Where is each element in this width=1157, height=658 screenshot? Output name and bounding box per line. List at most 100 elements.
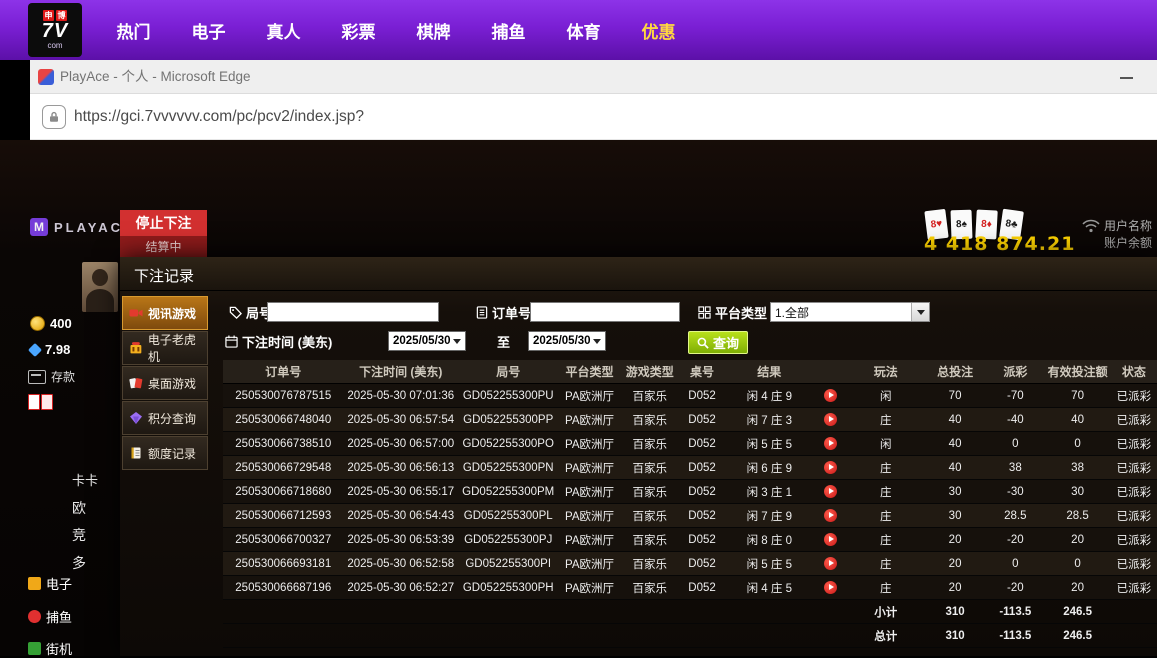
cell-total-bet: 20 [924, 552, 986, 576]
cell-result: 闲 7 庄 9 [725, 504, 813, 528]
search-button[interactable]: 查询 [688, 331, 748, 354]
cell-play-type: 庄 [848, 576, 924, 600]
cell-payout: 0 [986, 432, 1044, 456]
hall-tab-europe[interactable]: 欧 [72, 498, 86, 518]
grand-total-label: 总计 [848, 624, 924, 648]
cell-order-id: 250530066718680 [223, 480, 344, 504]
cell-bet-time: 2025-05-30 06:56:13 [344, 456, 458, 480]
replay-button[interactable] [824, 533, 837, 546]
replay-button[interactable] [824, 581, 837, 594]
slot-machine-icon [129, 341, 143, 355]
nav-item-board[interactable]: 棋牌 [396, 18, 471, 43]
cell-play-type: 庄 [848, 480, 924, 504]
cell-round-id: GD052255300PI [458, 552, 558, 576]
slots-icon [28, 577, 41, 590]
cell-game-type: 百家乐 [621, 480, 679, 504]
nav-item-hot[interactable]: 热门 [96, 18, 171, 43]
hall-tab-jing[interactable]: 竞 [72, 525, 86, 545]
platform-type-select[interactable]: 1.全部 [770, 302, 930, 322]
cell-round-id: GD052255300PL [458, 504, 558, 528]
logo-brand: 7V [42, 22, 68, 41]
sidebar-item-slots[interactable]: 电子 [28, 574, 72, 593]
nav-item-promo[interactable]: 优惠 [621, 18, 696, 43]
cell-platform: PA欧洲厅 [558, 480, 620, 504]
minimize-button[interactable] [1115, 60, 1139, 94]
sidebar-item-fishing[interactable]: 捕鱼 [28, 607, 72, 626]
date-to-select[interactable]: 2025/05/30 [528, 331, 606, 351]
menu-item-points-inquiry[interactable]: 积分查询 [122, 401, 208, 435]
card-icon [41, 394, 53, 410]
lock-icon[interactable] [42, 105, 66, 129]
cell-result: 闲 6 庄 9 [725, 456, 813, 480]
hall-tab-duo[interactable]: 多 [72, 553, 86, 573]
cards-shortcut[interactable] [28, 394, 53, 410]
platform-type-label: 平台类型 [698, 302, 767, 322]
cell-bet-time: 2025-05-30 06:52:27 [344, 576, 458, 600]
menu-item-slot-machine[interactable]: 电子老虎机 [122, 331, 208, 365]
replay-button[interactable] [824, 557, 837, 570]
menu-item-label: 额度记录 [148, 445, 196, 462]
cell-game-type: 百家乐 [621, 576, 679, 600]
replay-button[interactable] [824, 437, 837, 450]
col-result: 结果 [725, 360, 813, 384]
round-id-input[interactable] [267, 302, 439, 322]
sidebar-item-arcade[interactable]: 街机 [28, 639, 72, 658]
cell-round-id: GD052255300PH [458, 576, 558, 600]
bet-records-table: 订单号 下注时间 (美东) 局号 平台类型 游戏类型 桌号 结果 玩法 总投注 … [223, 360, 1157, 648]
replay-button[interactable] [824, 509, 837, 522]
sidebar-item-label: 捕鱼 [46, 607, 72, 626]
cell-payout: -30 [986, 480, 1044, 504]
menu-item-table-games[interactable]: 桌面游戏 [122, 366, 208, 400]
cell-replay [813, 576, 847, 600]
nav-item-lottery[interactable]: 彩票 [321, 18, 396, 43]
cell-round-id: GD052255300PM [458, 480, 558, 504]
betting-status-banner: 停止下注 结算中 [120, 210, 207, 258]
cell-result: 闲 5 庄 5 [725, 552, 813, 576]
cell-round-id: GD052255300PJ [458, 528, 558, 552]
balance-label: 账户余额 [1104, 235, 1152, 252]
cell-valid-bet: 20 [1044, 576, 1110, 600]
nav-item-fishing[interactable]: 捕鱼 [471, 18, 546, 43]
cell-platform: PA欧洲厅 [558, 504, 620, 528]
table-header-row: 订单号 下注时间 (美东) 局号 平台类型 游戏类型 桌号 结果 玩法 总投注 … [223, 360, 1157, 384]
chevron-down-icon [917, 310, 925, 315]
cell-replay [813, 408, 847, 432]
subtotal-payout: -113.5 [986, 600, 1044, 624]
cell-order-id: 250530066700327 [223, 528, 344, 552]
stop-betting-label: 停止下注 [120, 210, 207, 236]
nav-item-slots[interactable]: 电子 [171, 18, 246, 43]
diamond-icon [129, 411, 143, 425]
col-platform: 平台类型 [558, 360, 620, 384]
cell-platform: PA欧洲厅 [558, 456, 620, 480]
cell-order-id: 250530076787515 [223, 384, 344, 408]
deposit-label: 存款 [51, 368, 75, 385]
deposit-shortcut[interactable]: 存款 [28, 368, 75, 385]
logo-suffix: com [47, 42, 62, 50]
coin-value: 400 [50, 316, 72, 331]
cell-total-bet: 20 [924, 576, 986, 600]
menu-item-quota-records[interactable]: 额度记录 [122, 436, 208, 470]
cell-replay [813, 384, 847, 408]
order-id-input[interactable] [530, 302, 680, 322]
cell-status: 已派彩 [1111, 456, 1157, 480]
cell-play-type: 闲 [848, 384, 924, 408]
replay-button[interactable] [824, 485, 837, 498]
table-games-icon [129, 376, 143, 390]
address-bar[interactable]: https://gci.7vvvvvv.com/pc/pcv2/index.js… [74, 94, 364, 140]
gem-balance: 7.98 [30, 342, 70, 357]
menu-item-video-games[interactable]: 视讯游戏 [122, 296, 208, 330]
nav-item-sports[interactable]: 体育 [546, 18, 621, 43]
replay-button[interactable] [824, 389, 837, 402]
replay-button[interactable] [824, 461, 837, 474]
cell-total-bet: 30 [924, 504, 986, 528]
hall-tab-kaka[interactable]: 卡卡 [72, 470, 98, 489]
table-row: 2505300667295482025-05-30 06:56:13GD0522… [223, 456, 1157, 480]
col-bet-time: 下注时间 (美东) [344, 360, 458, 384]
date-from-select[interactable]: 2025/05/30 [388, 331, 466, 351]
col-total-bet: 总投注 [924, 360, 986, 384]
site-logo[interactable]: 申 博 7V com [28, 3, 82, 57]
cell-valid-bet: 70 [1044, 384, 1110, 408]
cell-result: 闲 4 庄 5 [725, 576, 813, 600]
nav-item-live[interactable]: 真人 [246, 18, 321, 43]
replay-button[interactable] [824, 413, 837, 426]
